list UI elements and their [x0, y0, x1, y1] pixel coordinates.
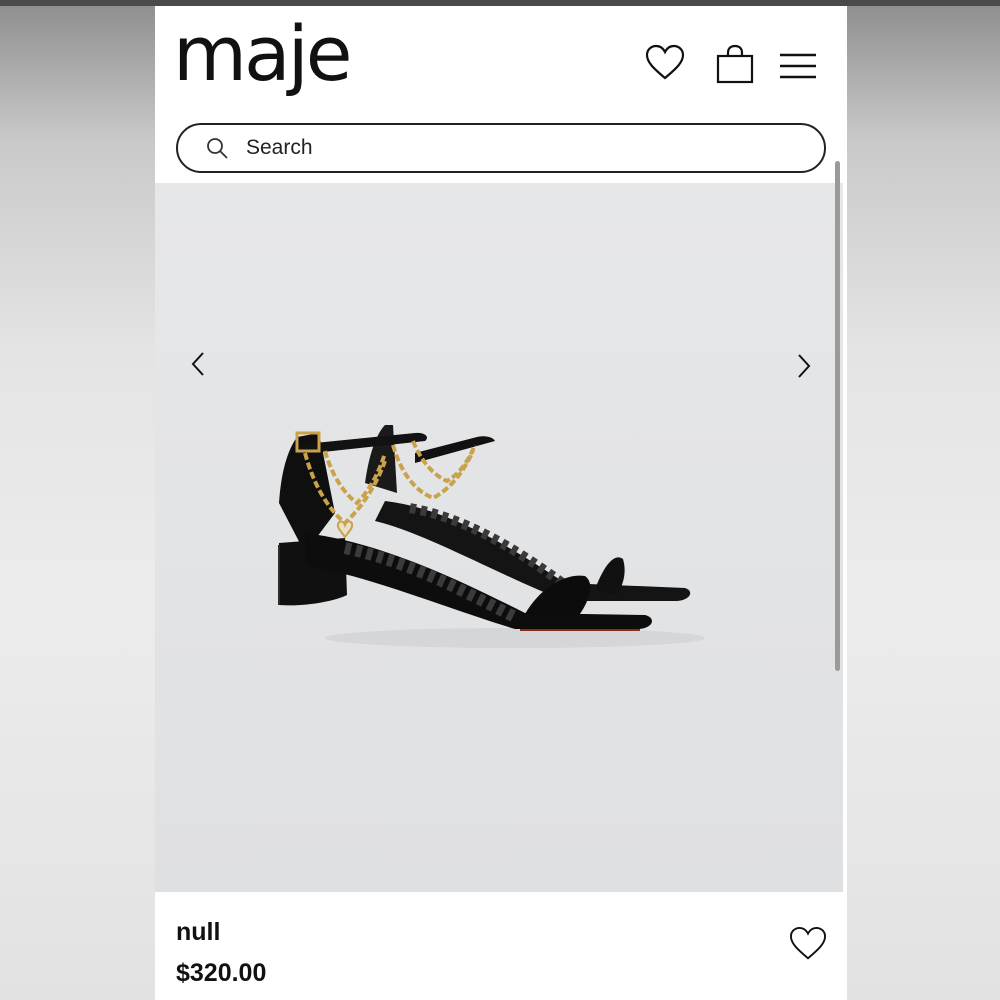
chevron-left-icon[interactable]: [185, 349, 211, 379]
menu-icon[interactable]: [779, 52, 817, 80]
search-icon: [207, 138, 228, 159]
search-placeholder: Search: [246, 136, 313, 159]
product-info: null $320.00: [176, 918, 266, 988]
add-to-wishlist-heart-icon[interactable]: [789, 926, 827, 962]
search-input[interactable]: Search: [176, 123, 826, 173]
product-price: $320.00: [176, 959, 267, 987]
product-page: maje Search null $320.00: [155, 6, 847, 1000]
wishlist-heart-icon[interactable]: [645, 44, 685, 82]
shopping-bag-icon[interactable]: [716, 44, 754, 84]
product-name[interactable]: null: [176, 918, 266, 947]
sandal-product-image: [278, 425, 705, 648]
chevron-right-icon[interactable]: [791, 351, 817, 381]
heart-charm: [336, 520, 354, 539]
maje-logo[interactable]: maje: [173, 16, 352, 92]
scrollbar[interactable]: [835, 161, 840, 671]
product-image-gallery[interactable]: [155, 183, 843, 892]
